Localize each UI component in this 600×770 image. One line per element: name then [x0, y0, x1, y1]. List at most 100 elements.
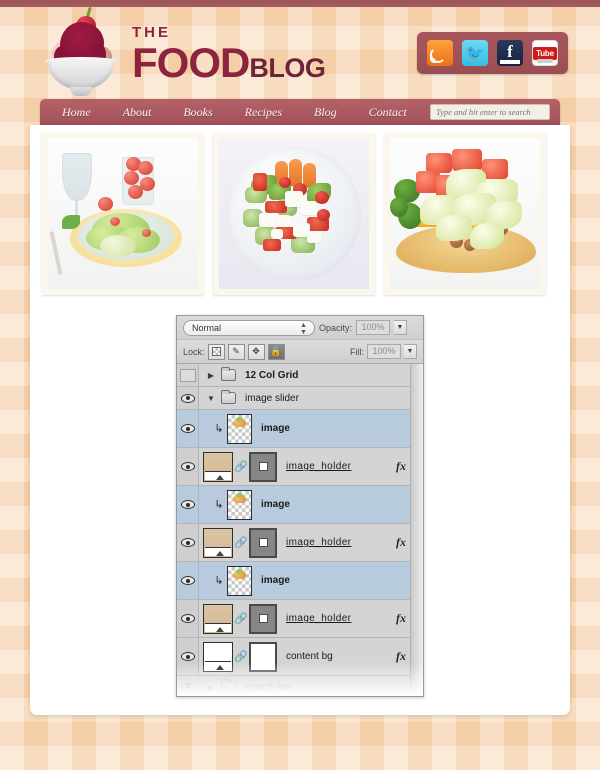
lock-label: Lock:: [183, 346, 205, 357]
image-slider: [42, 133, 546, 295]
lock-transparent-pixels-icon[interactable]: [207, 343, 225, 360]
nav-item-recipes[interactable]: Recipes: [229, 105, 298, 120]
layer-effects-icon[interactable]: fx: [396, 535, 410, 550]
nav-item-about[interactable]: About: [107, 105, 168, 120]
visibility-toggle[interactable]: [177, 524, 199, 561]
layer-name[interactable]: search bar: [245, 682, 292, 693]
site-logo[interactable]: THE FOODBLOG: [40, 6, 326, 98]
layer-name[interactable]: image_holder: [286, 461, 351, 472]
visibility-toggle[interactable]: [177, 387, 199, 409]
layer-row[interactable]: ▶ search bar: [177, 676, 423, 696]
youtube-label: Tube: [533, 46, 557, 60]
facebook-letter: f: [507, 42, 513, 61]
layer-row[interactable]: ▼ image slider: [177, 387, 423, 410]
layer-row[interactable]: ↳ image: [177, 562, 423, 600]
logo-food: FOOD: [132, 39, 250, 86]
layer-name[interactable]: image_holder: [286, 613, 351, 624]
slider-photo-2[interactable]: [213, 133, 375, 295]
fill-label: Fill:: [350, 346, 364, 357]
layer-row[interactable]: ↳ image: [177, 486, 423, 524]
opacity-label: Opacity:: [319, 322, 353, 333]
fill-input[interactable]: 100%: [367, 344, 401, 359]
link-icon[interactable]: 🔗: [234, 536, 248, 549]
slider-photo-1[interactable]: [42, 133, 204, 295]
visibility-toggle[interactable]: [177, 448, 199, 485]
visibility-toggle[interactable]: [177, 486, 199, 523]
clipping-mask-icon: ↳: [214, 423, 224, 435]
visibility-toggle[interactable]: [177, 638, 199, 675]
opacity-chevron-down-icon[interactable]: ▼: [394, 320, 408, 335]
layers-scrollbar[interactable]: [410, 364, 423, 696]
opacity-input[interactable]: 100%: [356, 320, 391, 335]
nav-item-books[interactable]: Books: [167, 105, 228, 120]
nav-item-contact[interactable]: Contact: [353, 105, 423, 120]
blend-mode-row: Normal ▲ ▼ Opacity: 100% ▼: [177, 316, 423, 340]
up-down-spinner-icon[interactable]: ▲ ▼: [300, 322, 308, 336]
layer-mask-thumbnail[interactable]: [249, 603, 277, 634]
chevron-down-icon[interactable]: ▼: [204, 394, 218, 403]
fill-chevron-down-icon[interactable]: ▼: [404, 344, 417, 359]
layer-name[interactable]: content bg: [286, 651, 333, 662]
layer-mask-thumbnail[interactable]: [249, 641, 277, 672]
layer-mask-thumbnail[interactable]: [249, 527, 277, 558]
visibility-toggle[interactable]: [177, 562, 199, 599]
layer-name[interactable]: 12 Col Grid: [245, 370, 298, 381]
chevron-right-icon[interactable]: ▶: [204, 683, 218, 692]
chevron-right-icon[interactable]: ▶: [204, 371, 218, 380]
blend-mode-select[interactable]: Normal ▲ ▼: [183, 319, 315, 336]
folder-icon: [221, 679, 236, 693]
layer-thumbnail[interactable]: [203, 527, 233, 558]
layer-thumbnail[interactable]: [227, 489, 252, 520]
link-icon[interactable]: 🔗: [234, 650, 248, 663]
slider-photo-3[interactable]: [384, 133, 546, 295]
twitter-icon[interactable]: 🐦: [462, 40, 488, 66]
layer-thumbnail[interactable]: [203, 603, 233, 634]
nav-item-home[interactable]: Home: [46, 105, 107, 120]
rss-icon[interactable]: [427, 40, 453, 66]
layer-thumbnail[interactable]: [203, 451, 233, 482]
logo-blog: BLOG: [249, 53, 326, 83]
folder-icon: [221, 367, 236, 381]
visibility-toggle[interactable]: [177, 410, 199, 447]
clipping-mask-icon: ↳: [214, 575, 224, 587]
layer-name[interactable]: image: [261, 575, 290, 586]
layer-thumbnail[interactable]: [203, 641, 233, 672]
content-panel: Normal ▲ ▼ Opacity: 100% ▼ Lock: ✎ ✥ 🔒 Fi…: [30, 125, 570, 715]
link-icon[interactable]: 🔗: [234, 460, 248, 473]
layer-row[interactable]: 🔗 image_holder fx ▼: [177, 600, 423, 638]
layer-name[interactable]: image: [261, 423, 290, 434]
facebook-icon[interactable]: f: [497, 40, 523, 66]
search-input[interactable]: [430, 104, 550, 120]
nav-item-blog[interactable]: Blog: [298, 105, 353, 120]
youtube-icon[interactable]: Tube: [532, 40, 558, 66]
layer-row[interactable]: ▶ 12 Col Grid: [177, 364, 423, 387]
lock-image-pixels-icon[interactable]: ✎: [227, 343, 245, 360]
layer-row[interactable]: 🔗 content bg fx ▼: [177, 638, 423, 676]
layer-name[interactable]: image_holder: [286, 537, 351, 548]
clipping-mask-icon: ↳: [214, 499, 224, 511]
lock-all-icon[interactable]: 🔒: [267, 343, 285, 360]
link-icon[interactable]: 🔗: [234, 612, 248, 625]
layer-effects-icon[interactable]: fx: [396, 459, 410, 474]
layers-panel: Normal ▲ ▼ Opacity: 100% ▼ Lock: ✎ ✥ 🔒 Fi…: [176, 315, 424, 697]
layer-row[interactable]: ↳ image: [177, 410, 423, 448]
layer-thumbnail[interactable]: [227, 565, 252, 596]
top-accent-bar: [0, 0, 600, 7]
layer-effects-icon[interactable]: fx: [396, 649, 410, 664]
lock-position-icon[interactable]: ✥: [247, 343, 265, 360]
layer-row[interactable]: 🔗 image_holder fx ▼: [177, 448, 423, 486]
layer-name[interactable]: image slider: [245, 393, 299, 404]
folder-icon: [221, 390, 236, 404]
visibility-toggle[interactable]: [177, 600, 199, 637]
layer-row[interactable]: 🔗 image_holder fx ▼: [177, 524, 423, 562]
layer-effects-icon[interactable]: fx: [396, 611, 410, 626]
visibility-toggle[interactable]: [177, 676, 199, 696]
layer-thumbnail[interactable]: [227, 413, 252, 444]
visibility-toggle[interactable]: [177, 364, 199, 386]
lock-row: Lock: ✎ ✥ 🔒 Fill: 100% ▼: [177, 340, 423, 364]
main-navigation: Home About Books Recipes Blog Contact: [40, 99, 560, 125]
layer-list[interactable]: ▶ 12 Col Grid ▼ image slider ↳ image 🔗 i…: [177, 364, 423, 696]
social-links: 🐦 f Tube: [417, 32, 568, 74]
layer-mask-thumbnail[interactable]: [249, 451, 277, 482]
layer-name[interactable]: image: [261, 499, 290, 510]
